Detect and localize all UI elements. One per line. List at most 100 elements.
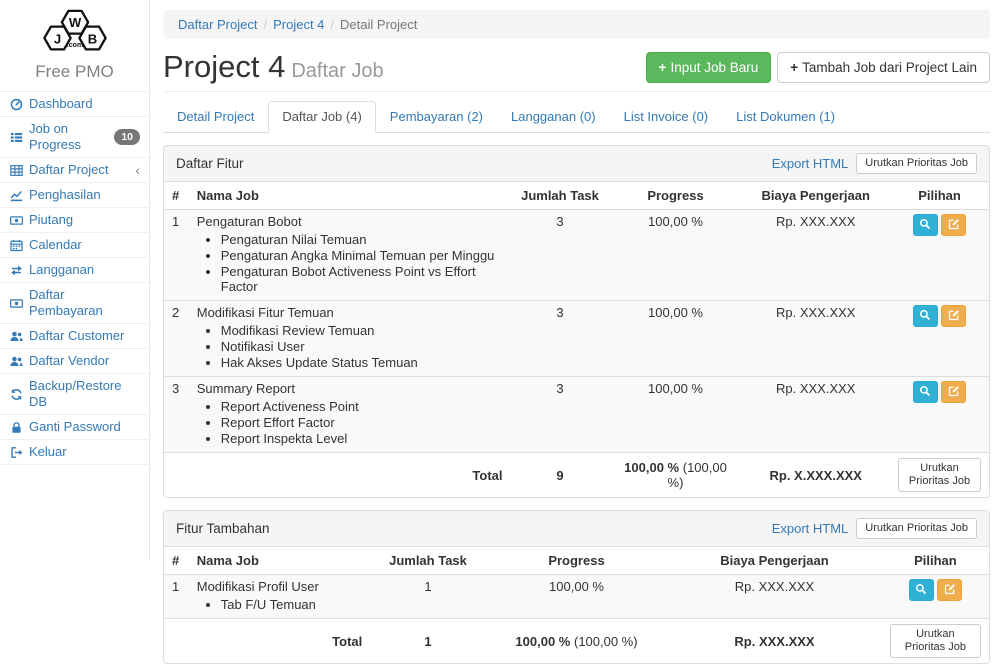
urutkan-prioritas-button[interactable]: Urutkan Prioritas Job — [890, 624, 981, 658]
tab-daftar-job-4-[interactable]: Daftar Job (4) — [268, 101, 375, 133]
urutkan-prioritas-button[interactable]: Urutkan Prioritas Job — [856, 153, 977, 174]
view-job-button[interactable] — [913, 381, 938, 403]
sidebar-item-job-on-progress[interactable]: Job on Progress 10 — [0, 116, 149, 157]
sidebar-item-label: Penghasilan — [29, 187, 101, 203]
edit-job-button[interactable] — [937, 579, 962, 601]
svg-text:W: W — [68, 15, 81, 30]
breadcrumb-separator: / — [324, 17, 340, 32]
svg-text:.com: .com — [66, 42, 82, 49]
table-row: 1 Modifikasi Profil User Tab F/U Temuan … — [164, 575, 989, 619]
breadcrumb-item[interactable]: Project 4 — [273, 17, 324, 32]
subtask-list: Pengaturan Nilai TemuanPengaturan Angka … — [221, 232, 503, 294]
col-biaya: Biaya Pengerjaan — [667, 547, 882, 575]
sidebar-item-piutang[interactable]: Piutang — [0, 207, 149, 232]
edit-icon — [948, 309, 960, 324]
sidebar-item-daftar-vendor[interactable]: Daftar Vendor — [0, 348, 149, 373]
biaya-value: Rp. XXX.XXX — [667, 575, 882, 619]
money-icon — [9, 214, 23, 227]
col-pilihan: Pilihan — [882, 547, 989, 575]
view-job-button[interactable] — [913, 214, 938, 236]
view-job-button[interactable] — [909, 579, 934, 601]
subtask-item: Report Inspekta Level — [221, 431, 503, 446]
page-header: Project 4Daftar Job +Input Job Baru +Tam… — [163, 49, 990, 85]
page-subtitle: Daftar Job — [291, 60, 383, 82]
total-tasks: 9 — [511, 453, 610, 498]
tab-detail-project[interactable]: Detail Project — [163, 101, 268, 133]
biaya-value: Rp. XXX.XXX — [742, 377, 891, 453]
tambah-job-button[interactable]: +Tambah Job dari Project Lain — [777, 52, 990, 83]
brand-block: W J B .com Free PMO — [0, 0, 149, 82]
jumlah-task-value: 3 — [511, 377, 610, 453]
refresh-icon — [9, 388, 23, 401]
dashboard-icon — [9, 98, 23, 111]
edit-icon — [948, 385, 960, 400]
total-cost: Rp. XXX.XXX — [667, 619, 882, 664]
sidebar-item-label: Piutang — [29, 212, 73, 228]
sidebar-item-penghasilan[interactable]: Penghasilan — [0, 182, 149, 207]
brand-name: Free PMO — [0, 62, 149, 82]
subtask-item: Pengaturan Angka Minimal Temuan per Ming… — [221, 248, 503, 263]
total-label: Total — [164, 453, 511, 498]
panel-daftar-fitur: Daftar Fitur Export HTML Urutkan Priorit… — [163, 145, 990, 498]
input-job-baru-button[interactable]: +Input Job Baru — [646, 52, 772, 83]
urutkan-prioritas-button[interactable]: Urutkan Prioritas Job — [856, 518, 977, 539]
progress-value: 100,00 % — [610, 377, 742, 453]
sidebar-item-label: Langganan — [29, 262, 94, 278]
col-number: # — [164, 547, 189, 575]
sidebar-item-dashboard[interactable]: Dashboard — [0, 91, 149, 116]
col-pilihan: Pilihan — [890, 182, 989, 210]
table-header-row: # Nama Job Jumlah Task Progress Biaya Pe… — [164, 547, 989, 575]
table-header-row: # Nama Job Jumlah Task Progress Biaya Pe… — [164, 182, 989, 210]
view-job-button[interactable] — [913, 305, 938, 327]
sidebar-item-daftar-pembayaran[interactable]: Daftar Pembayaran — [0, 282, 149, 323]
progress-value: 100,00 % — [610, 210, 742, 301]
progress-value: 100,00 % — [486, 575, 668, 619]
tab-pembayaran-2-[interactable]: Pembayaran (2) — [376, 101, 497, 133]
edit-job-button[interactable] — [941, 305, 966, 327]
line-chart-icon — [9, 189, 23, 202]
table-row: 1 Pengaturan Bobot Pengaturan Nilai Temu… — [164, 210, 989, 301]
col-nama-job: Nama Job — [189, 182, 511, 210]
progress-value: 100,00 % — [610, 301, 742, 377]
sidebar-item-daftar-project[interactable]: Daftar Project ‹ — [0, 157, 149, 182]
tab-list-dokumen-1-[interactable]: List Dokumen (1) — [722, 101, 849, 133]
tab-langganan-0-[interactable]: Langganan (0) — [497, 101, 610, 133]
sidebar-item-backup-restore-db[interactable]: Backup/Restore DB — [0, 373, 149, 414]
search-icon — [919, 218, 931, 233]
fitur-tambahan-table: # Nama Job Jumlah Task Progress Biaya Pe… — [164, 547, 989, 663]
sidebar-menu: Dashboard Job on Progress 10 Daftar Proj… — [0, 91, 149, 465]
row-number: 3 — [164, 377, 189, 453]
sidebar-item-label: Daftar Customer — [29, 328, 124, 344]
breadcrumb-item[interactable]: Daftar Project — [178, 17, 257, 32]
sidebar-item-calendar[interactable]: Calendar — [0, 232, 149, 257]
export-html-link[interactable]: Export HTML — [772, 521, 849, 536]
subtask-item: Hak Akses Update Status Temuan — [221, 355, 503, 370]
job-name: Modifikasi Profil User — [197, 579, 363, 595]
retweet-icon — [9, 264, 23, 277]
job-name: Summary Report — [197, 381, 503, 397]
daftar-fitur-table: # Nama Job Jumlah Task Progress Biaya Pe… — [164, 182, 989, 497]
urutkan-prioritas-button[interactable]: Urutkan Prioritas Job — [898, 458, 981, 492]
edit-job-button[interactable] — [941, 381, 966, 403]
subtask-list: Modifikasi Review TemuanNotifikasi UserH… — [221, 323, 503, 370]
main-content: Daftar Project/Project 4/Detail Project … — [151, 0, 1000, 560]
search-icon — [915, 583, 927, 598]
sidebar-item-ganti-password[interactable]: Ganti Password — [0, 414, 149, 439]
col-jumlah-task: Jumlah Task — [370, 547, 486, 575]
export-html-link[interactable]: Export HTML — [772, 156, 849, 171]
breadcrumb: Daftar Project/Project 4/Detail Project — [163, 10, 990, 39]
sidebar-item-keluar[interactable]: Keluar — [0, 439, 149, 465]
sidebar-item-label: Calendar — [29, 237, 82, 253]
row-number: 2 — [164, 301, 189, 377]
count-badge: 10 — [114, 129, 140, 145]
subtask-item: Tab F/U Temuan — [221, 597, 363, 612]
edit-job-button[interactable] — [941, 214, 966, 236]
sidebar-item-label: Daftar Project — [29, 162, 108, 178]
list-icon — [9, 131, 23, 144]
sign-out-icon — [9, 446, 23, 459]
tab-list-invoice-0-[interactable]: List Invoice (0) — [610, 101, 723, 133]
sidebar-item-daftar-customer[interactable]: Daftar Customer — [0, 323, 149, 348]
sidebar-item-langganan[interactable]: Langganan — [0, 257, 149, 282]
chevron-left-icon: ‹ — [135, 164, 140, 176]
subtask-list: Report Activeness PointReport Effort Fac… — [221, 399, 503, 446]
